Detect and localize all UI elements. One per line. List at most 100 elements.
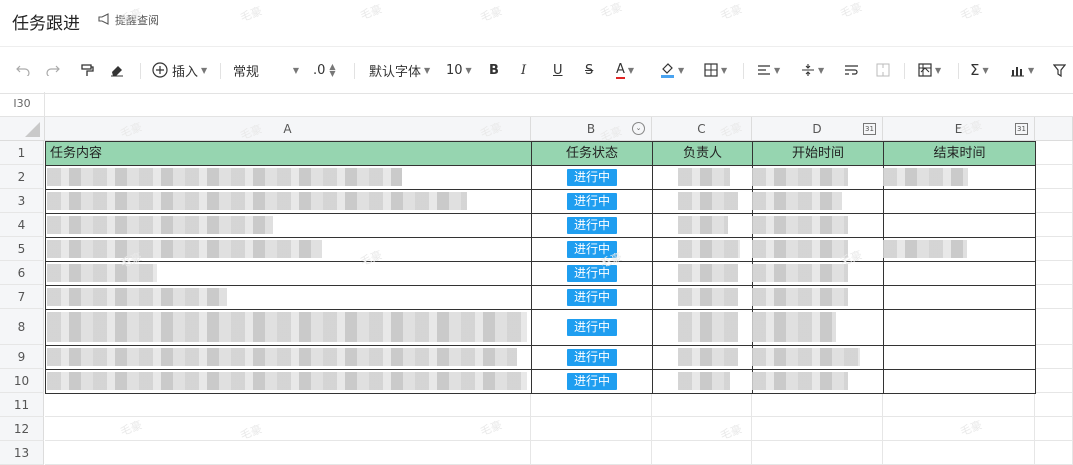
- status-badge[interactable]: 进行中: [567, 289, 617, 306]
- cell[interactable]: [531, 441, 652, 465]
- sum-button[interactable]: Σ ▼: [970, 59, 989, 81]
- select-all-corner[interactable]: [0, 117, 45, 141]
- table-cell[interactable]: [883, 309, 1036, 346]
- cell[interactable]: [652, 441, 752, 465]
- bold-button[interactable]: B: [489, 59, 499, 81]
- row-header[interactable]: 12: [0, 417, 44, 441]
- remind-button[interactable]: 提醒查阅: [98, 12, 159, 28]
- wrap-text-button[interactable]: [844, 59, 859, 81]
- column-header-extra[interactable]: [1035, 117, 1073, 141]
- row-header[interactable]: 3: [0, 189, 44, 213]
- status-badge[interactable]: 进行中: [567, 319, 617, 336]
- cell[interactable]: [1035, 237, 1073, 261]
- fill-color-button[interactable]: ▼: [660, 59, 684, 81]
- row-header[interactable]: 2: [0, 165, 44, 189]
- table-header-cell[interactable]: 任务状态: [531, 141, 653, 166]
- format-painter-button[interactable]: [80, 59, 94, 81]
- chart-button[interactable]: ▼: [1010, 59, 1034, 81]
- calendar-icon[interactable]: 31: [863, 123, 876, 135]
- status-badge[interactable]: 进行中: [567, 169, 617, 186]
- document-title[interactable]: 任务跟进: [12, 9, 80, 34]
- dropdown-circle-icon[interactable]: ⌄: [632, 122, 645, 135]
- redacted-text: [752, 168, 848, 186]
- cell[interactable]: [1035, 369, 1073, 393]
- table-cell[interactable]: [883, 261, 1036, 286]
- row-header[interactable]: 8: [0, 309, 44, 345]
- cell[interactable]: [1035, 417, 1073, 441]
- row-header[interactable]: 1: [0, 141, 44, 165]
- conditional-format-button[interactable]: ▼: [918, 59, 941, 81]
- borders-button[interactable]: ▼: [704, 59, 727, 81]
- font-family-select[interactable]: 默认字体 ▼: [369, 59, 430, 81]
- decimal-stepper[interactable]: .0 ▲ ▼: [313, 59, 336, 81]
- italic-button[interactable]: I: [521, 59, 526, 81]
- insert-button[interactable]: 插入 ▼: [152, 59, 207, 81]
- number-format-select[interactable]: 常规 ▼: [233, 59, 299, 81]
- cell[interactable]: [1035, 141, 1073, 165]
- status-badge[interactable]: 进行中: [567, 265, 617, 282]
- vertical-align-button[interactable]: ▼: [801, 59, 824, 81]
- table-cell[interactable]: [883, 369, 1036, 394]
- calendar-icon[interactable]: 31: [1015, 123, 1028, 135]
- clear-format-button[interactable]: [110, 59, 124, 81]
- cell[interactable]: [1035, 189, 1073, 213]
- table-header-cell[interactable]: 结束时间: [883, 141, 1036, 166]
- redacted-text: [678, 168, 730, 186]
- row-header[interactable]: 9: [0, 345, 44, 369]
- filter-button[interactable]: [1053, 59, 1066, 81]
- table-cell[interactable]: [883, 213, 1036, 238]
- row-header[interactable]: 5: [0, 237, 44, 261]
- row-header[interactable]: 7: [0, 285, 44, 309]
- merge-cells-button[interactable]: [876, 59, 890, 81]
- font-color-button[interactable]: A ▼: [616, 59, 634, 81]
- cell[interactable]: [1035, 393, 1073, 417]
- wrap-text-icon: [844, 64, 859, 76]
- status-badge[interactable]: 进行中: [567, 373, 617, 390]
- cell[interactable]: [1035, 261, 1073, 285]
- cell[interactable]: [883, 393, 1035, 417]
- horizontal-align-button[interactable]: ▼: [757, 59, 780, 81]
- cell[interactable]: [45, 441, 531, 465]
- cell[interactable]: [1035, 285, 1073, 309]
- cell[interactable]: [1035, 213, 1073, 237]
- row-header[interactable]: 13: [0, 441, 44, 465]
- cell[interactable]: [883, 417, 1035, 441]
- column-header-c[interactable]: C: [652, 117, 752, 141]
- table-cell[interactable]: [883, 345, 1036, 370]
- cell[interactable]: [752, 441, 883, 465]
- status-badge[interactable]: 进行中: [567, 349, 617, 366]
- column-header-e[interactable]: E: [883, 117, 1035, 141]
- cell[interactable]: [531, 393, 652, 417]
- cell[interactable]: [45, 417, 531, 441]
- row-header[interactable]: 11: [0, 393, 44, 417]
- cell[interactable]: [652, 393, 752, 417]
- status-badge[interactable]: 进行中: [567, 193, 617, 210]
- cell[interactable]: [1035, 441, 1073, 465]
- cell[interactable]: [652, 417, 752, 441]
- table-header-cell[interactable]: 任务内容: [45, 141, 532, 166]
- cell[interactable]: [1035, 309, 1073, 345]
- row-header[interactable]: 10: [0, 369, 44, 393]
- cell[interactable]: [752, 417, 883, 441]
- cell[interactable]: [883, 441, 1035, 465]
- table-header-cell[interactable]: 开始时间: [752, 141, 884, 166]
- cell[interactable]: [1035, 345, 1073, 369]
- underline-button[interactable]: U: [553, 59, 563, 81]
- column-header-a[interactable]: A: [45, 117, 531, 141]
- table-cell[interactable]: [883, 189, 1036, 214]
- cell[interactable]: [531, 417, 652, 441]
- cell[interactable]: [45, 393, 531, 417]
- row-header[interactable]: 6: [0, 261, 44, 285]
- row-header[interactable]: 4: [0, 213, 44, 237]
- table-cell[interactable]: [883, 285, 1036, 310]
- cell[interactable]: [752, 393, 883, 417]
- table-header-cell[interactable]: 负责人: [652, 141, 753, 166]
- status-badge[interactable]: 进行中: [567, 241, 617, 258]
- redo-button[interactable]: [46, 59, 60, 81]
- font-size-select[interactable]: 10 ▼: [446, 59, 472, 81]
- cell-reference[interactable]: I30: [0, 92, 45, 116]
- cell[interactable]: [1035, 165, 1073, 189]
- strikethrough-button[interactable]: S: [585, 59, 593, 81]
- undo-button[interactable]: [16, 59, 30, 81]
- status-badge[interactable]: 进行中: [567, 217, 617, 234]
